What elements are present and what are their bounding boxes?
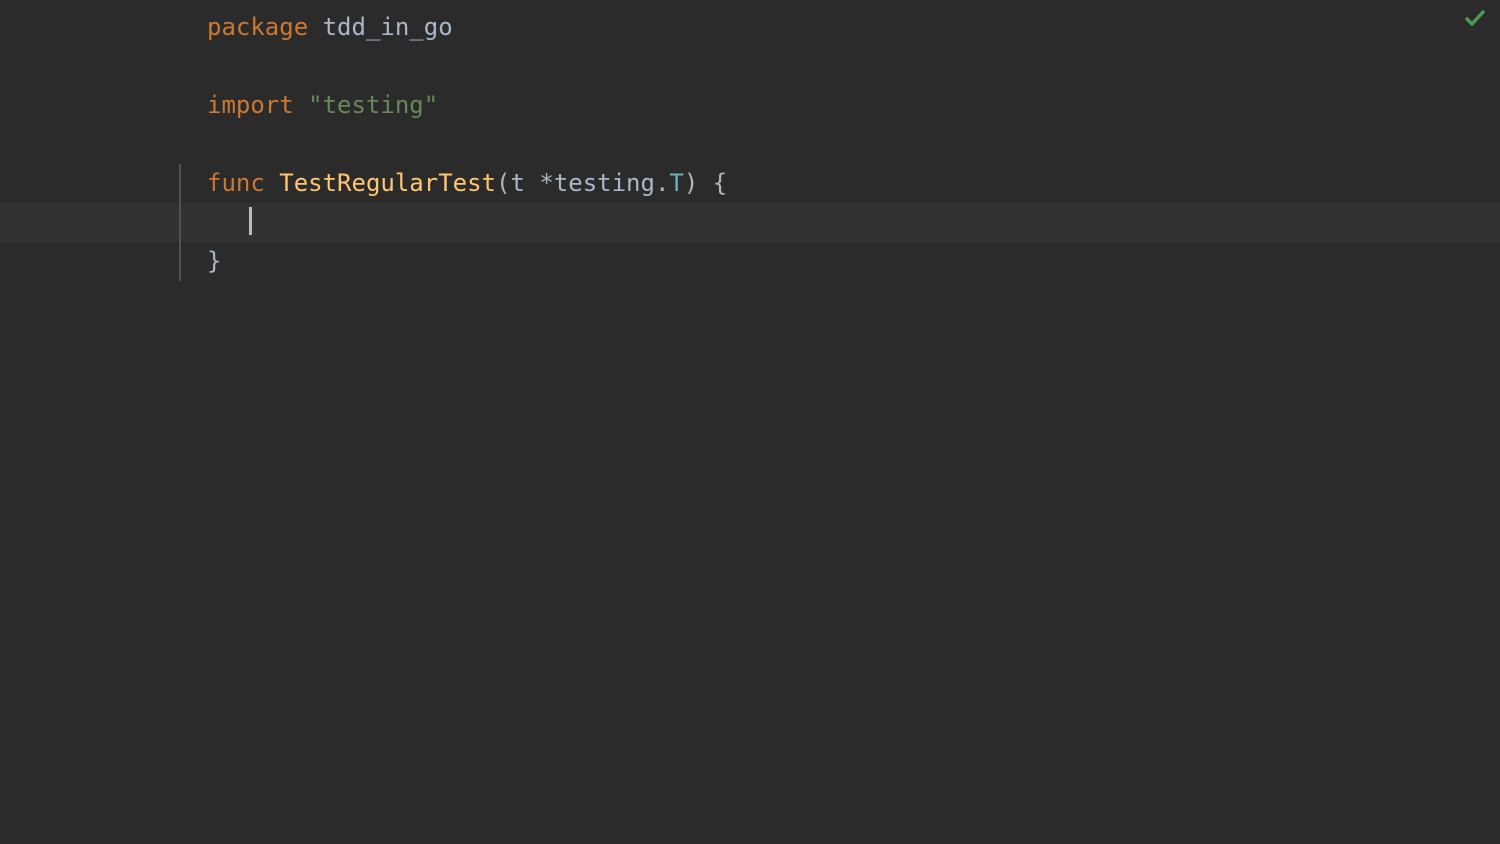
code-line-1[interactable]: package tdd_in_go <box>0 8 1500 47</box>
analysis-ok-icon[interactable] <box>1464 8 1486 36</box>
paren-close: ) <box>684 169 698 197</box>
gutter <box>0 164 185 203</box>
code-line-5[interactable]: func TestRegularTest(t *testing.T) { <box>0 164 1500 203</box>
function-name: TestRegularTest <box>279 169 496 197</box>
code-content <box>185 203 252 242</box>
code-content <box>185 47 207 86</box>
pkg-ref: testing <box>554 169 655 197</box>
checkmark-icon <box>1464 8 1486 30</box>
text-cursor <box>249 207 252 235</box>
brace-open: { <box>698 169 727 197</box>
param-name: t <box>510 169 539 197</box>
gutter <box>0 86 185 125</box>
function-scope-marker <box>179 164 181 203</box>
keyword-package: package <box>207 13 308 41</box>
function-scope-marker <box>179 242 181 281</box>
keyword-import: import <box>207 91 294 119</box>
dot: . <box>655 169 669 197</box>
space <box>265 169 279 197</box>
gutter <box>0 203 185 242</box>
code-line-3[interactable]: import "testing" <box>0 86 1500 125</box>
code-line-2[interactable] <box>0 47 1500 86</box>
code-content: import "testing" <box>185 86 438 125</box>
code-content <box>185 125 207 164</box>
gutter <box>0 242 185 281</box>
keyword-func: func <box>207 169 265 197</box>
gutter <box>0 8 185 47</box>
code-content: func TestRegularTest(t *testing.T) { <box>185 164 727 203</box>
code-content: package tdd_in_go <box>185 8 453 47</box>
brace-close: } <box>207 247 221 275</box>
code-line-4[interactable] <box>0 125 1500 164</box>
import-string: "testing" <box>294 91 439 119</box>
type-name: T <box>669 169 683 197</box>
gutter <box>0 125 185 164</box>
code-content: } <box>185 242 221 281</box>
code-line-6-current[interactable] <box>0 203 1500 242</box>
code-editor[interactable]: package tdd_in_go import "testing" func … <box>0 0 1500 281</box>
star-op: * <box>539 169 553 197</box>
package-name: tdd_in_go <box>308 13 453 41</box>
paren-open: ( <box>496 169 510 197</box>
code-line-7[interactable]: } <box>0 242 1500 281</box>
function-scope-marker <box>179 203 181 242</box>
gutter <box>0 47 185 86</box>
